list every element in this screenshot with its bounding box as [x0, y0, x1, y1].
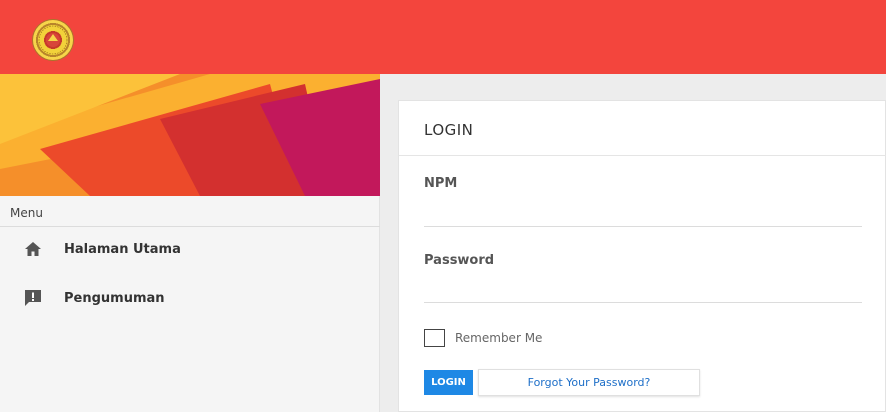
login-button[interactable]: LOGIN	[424, 370, 473, 395]
password-input[interactable]	[424, 277, 862, 303]
login-title: LOGIN	[424, 121, 474, 139]
sidebar-item-label: Pengumuman	[64, 290, 165, 306]
banner-graphic	[0, 74, 380, 196]
university-logo[interactable]	[33, 20, 73, 60]
top-app-bar	[0, 0, 886, 74]
sidebar: Menu Halaman Utama Pengumuman	[0, 74, 380, 412]
menu-divider	[0, 226, 380, 227]
password-label: Password	[424, 253, 495, 268]
sidebar-banner	[0, 74, 380, 196]
remember-me-checkbox[interactable]	[424, 329, 445, 347]
announcement-icon	[22, 287, 44, 309]
login-card: LOGIN NPM Password Remember Me LOGIN For…	[398, 100, 886, 412]
home-icon	[22, 238, 44, 260]
card-divider	[399, 155, 886, 156]
sidebar-item-halaman-utama[interactable]: Halaman Utama	[0, 230, 379, 268]
menu-heading: Menu	[10, 206, 43, 220]
remember-me-option[interactable]: Remember Me	[424, 329, 542, 347]
npm-input[interactable]	[424, 201, 862, 227]
logo-seal-icon	[38, 25, 68, 55]
sidebar-item-pengumuman[interactable]: Pengumuman	[0, 279, 379, 317]
remember-me-label: Remember Me	[455, 331, 543, 345]
npm-label: NPM	[424, 176, 458, 191]
forgot-password-button[interactable]: Forgot Your Password?	[478, 369, 700, 396]
sidebar-item-label: Halaman Utama	[64, 241, 181, 257]
